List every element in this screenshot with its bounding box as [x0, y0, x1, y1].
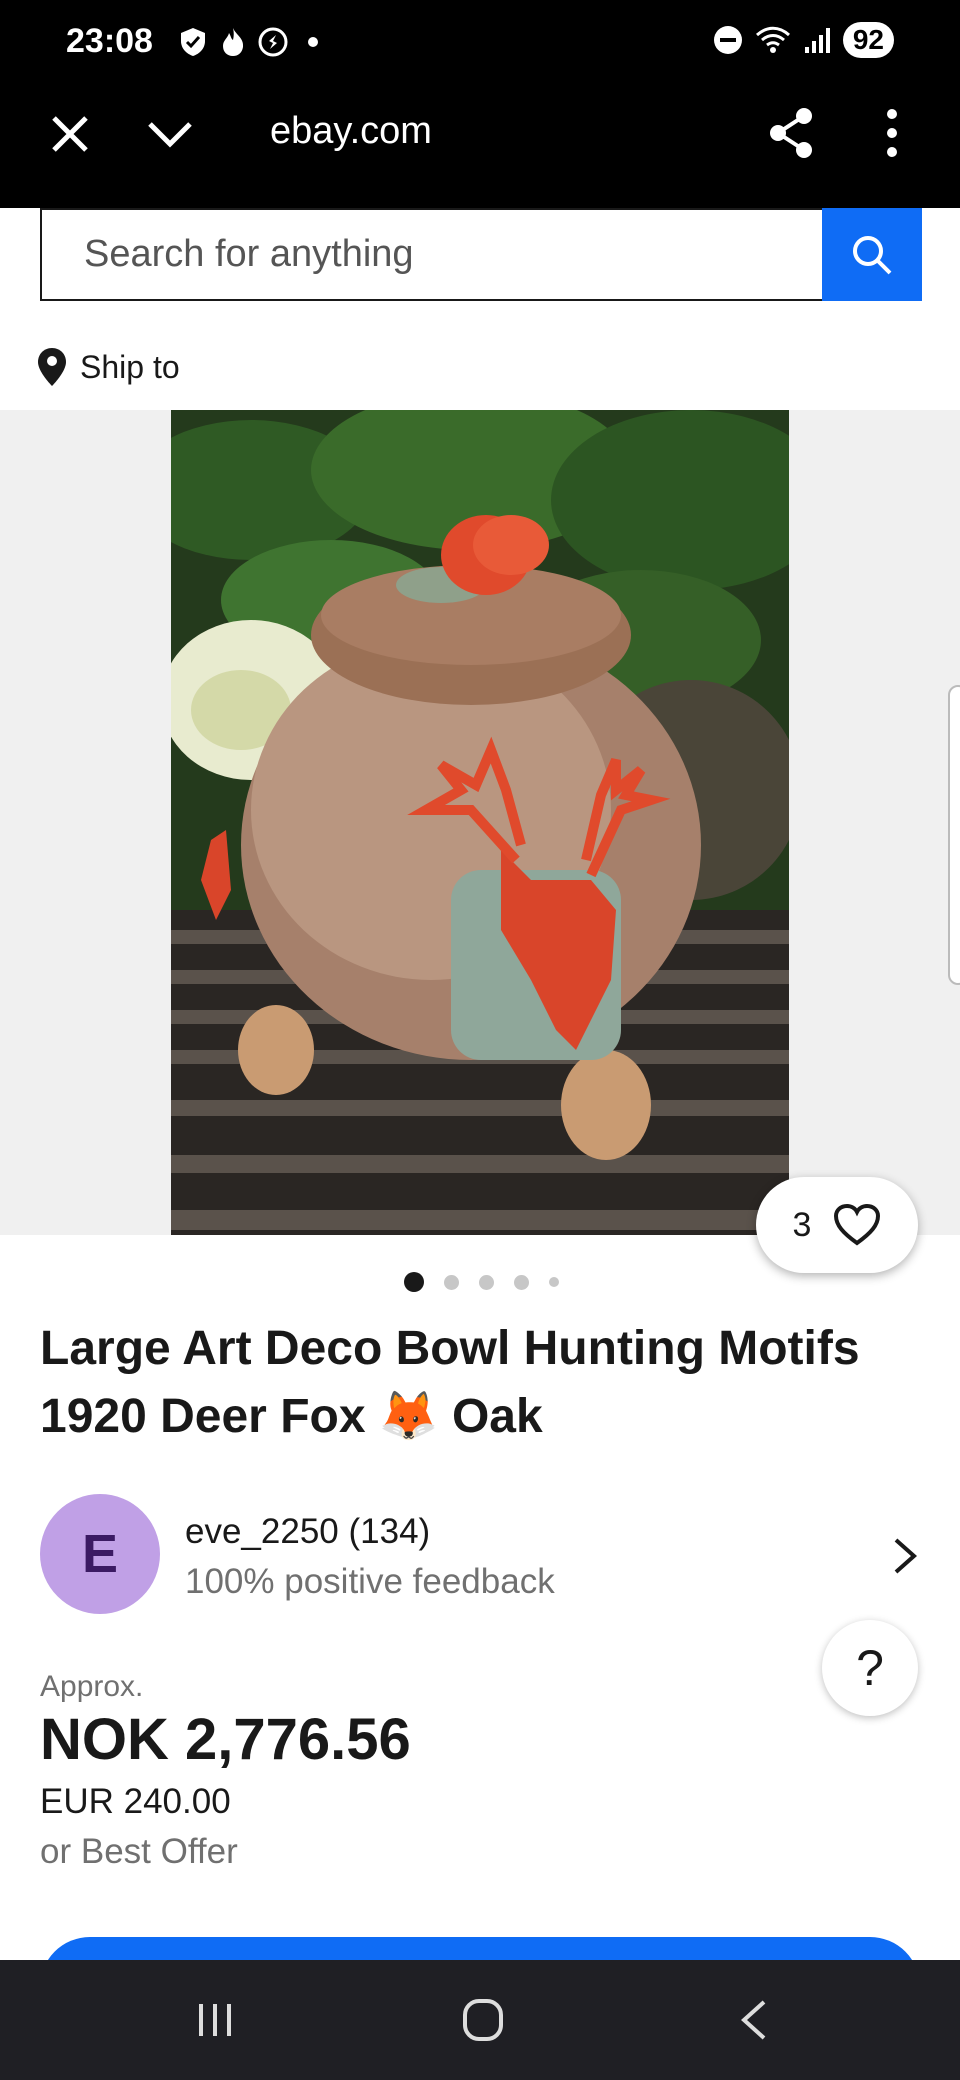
seller-name: eve_2250 (134): [185, 1512, 431, 1551]
search-bar: Search for anything: [40, 208, 922, 301]
best-offer-label: or Best Offer: [40, 1832, 238, 1871]
product-image[interactable]: [171, 410, 789, 1235]
system-nav-bar: [0, 1960, 960, 2080]
battery-indicator: 92: [842, 22, 894, 58]
watch-button[interactable]: 3: [756, 1177, 918, 1273]
help-button[interactable]: ?: [822, 1620, 918, 1716]
back-icon[interactable]: [738, 1998, 768, 2042]
close-icon[interactable]: [48, 112, 92, 156]
seller-card[interactable]: E eve_2250 (134) 100% positive feedback: [40, 1494, 920, 1614]
dnd-icon: [713, 26, 742, 54]
avatar: E: [40, 1494, 160, 1614]
chevron-right-icon: [894, 1538, 918, 1574]
search-input[interactable]: Search for anything: [40, 208, 822, 301]
status-right-icons: 92: [713, 22, 894, 58]
chevron-down-icon[interactable]: [146, 114, 194, 154]
browser-toolbar: ebay.com: [0, 88, 960, 208]
listing-title: Large Art Deco Bowl Hunting Motifs 1920 …: [40, 1322, 860, 1443]
wifi-icon: [755, 26, 790, 53]
approx-label: Approx.: [40, 1670, 144, 1703]
search-button[interactable]: [822, 208, 922, 301]
status-bar: 23:08 92: [0, 0, 960, 88]
notification-dot: [308, 37, 318, 47]
help-icon: ?: [856, 1640, 884, 1696]
status-time: 23:08: [66, 22, 153, 60]
shield-icon: [181, 28, 205, 56]
pagination-dot[interactable]: [514, 1274, 529, 1290]
price-original: EUR 240.00: [40, 1782, 231, 1821]
pagination-dot[interactable]: [479, 1274, 494, 1290]
home-icon[interactable]: [462, 1998, 504, 2042]
battery-level: 92: [852, 24, 884, 55]
pagination-dot[interactable]: [444, 1274, 459, 1290]
gallery-pagination: [404, 1272, 559, 1292]
ship-to-link[interactable]: Ship to: [36, 346, 180, 388]
url-bar[interactable]: ebay.com: [270, 110, 432, 153]
shazam-icon: [258, 27, 288, 57]
scroll-handle[interactable]: [948, 685, 960, 985]
watch-count: 3: [792, 1205, 812, 1244]
flame-icon: [223, 28, 244, 56]
pagination-dot[interactable]: [549, 1277, 559, 1287]
status-left-icons: [178, 26, 318, 58]
signal-icon: [804, 28, 830, 53]
image-gallery[interactable]: [0, 410, 960, 1235]
ship-to-label: Ship to: [80, 348, 180, 385]
more-vert-icon[interactable]: [874, 106, 910, 160]
seller-feedback: 100% positive feedback: [185, 1562, 555, 1601]
location-pin-icon: [38, 348, 66, 386]
pagination-dot[interactable]: [404, 1272, 424, 1292]
search-icon: [853, 235, 892, 274]
heart-icon: [834, 1203, 881, 1246]
recent-apps-icon[interactable]: [195, 2000, 235, 2040]
price-main: NOK 2,776.56: [40, 1707, 411, 1772]
share-icon[interactable]: [766, 106, 816, 160]
